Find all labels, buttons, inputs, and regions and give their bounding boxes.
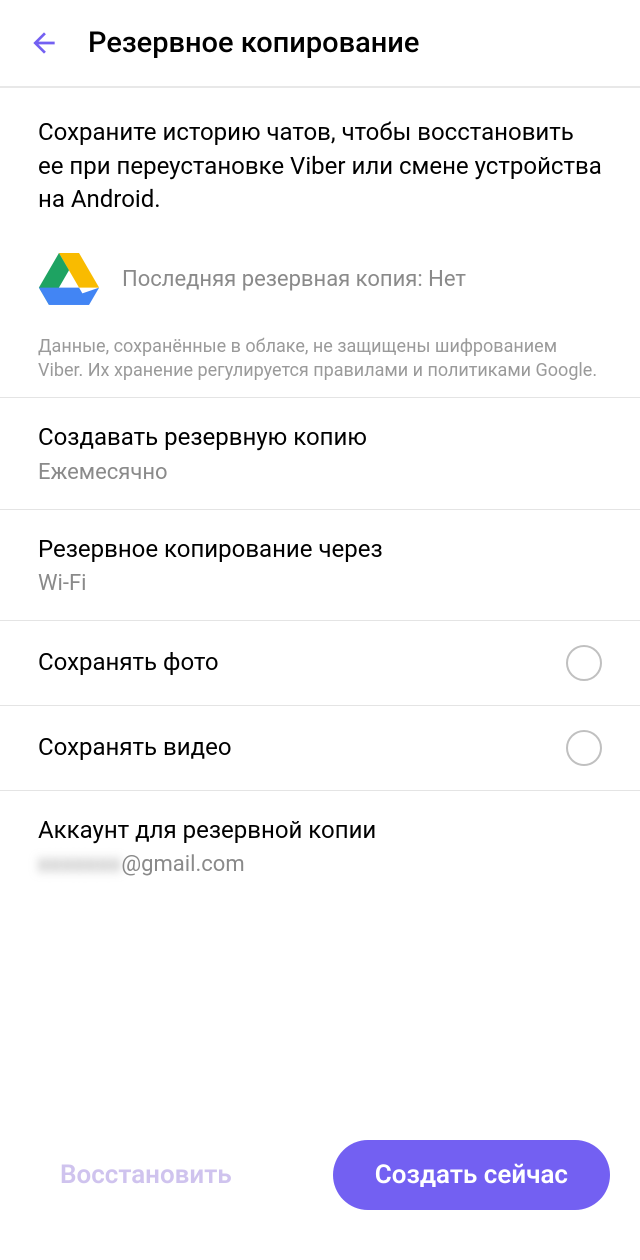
last-backup-row: Последняя резервная копия: Нет xyxy=(38,253,602,307)
email-domain-part: @gmail.com xyxy=(121,852,244,877)
page-title: Резервное копирование xyxy=(88,26,419,60)
row-text: Аккаунт для резервной копии xxxxxxx@gmai… xyxy=(38,815,602,877)
save-videos-title: Сохранять видео xyxy=(38,732,546,763)
backup-frequency-row[interactable]: Создавать резервную копию Ежемесячно xyxy=(38,398,602,508)
backup-account-title: Аккаунт для резервной копии xyxy=(38,815,602,846)
backup-over-row[interactable]: Резервное копирование через Wi-Fi xyxy=(38,510,602,620)
back-button[interactable] xyxy=(24,23,64,63)
save-photos-title: Сохранять фото xyxy=(38,647,546,678)
row-text: Сохранять видео xyxy=(38,732,546,763)
save-videos-row[interactable]: Сохранять видео xyxy=(38,706,602,790)
backup-account-row[interactable]: Аккаунт для резервной копии xxxxxxx@gmai… xyxy=(38,791,602,901)
intro-text: Сохраните историю чатов, чтобы восстанов… xyxy=(38,116,602,217)
encryption-disclaimer: Данные, сохранённые в облаке, не защищен… xyxy=(38,335,602,384)
backup-over-value: Wi-Fi xyxy=(38,571,602,596)
arrow-left-icon xyxy=(28,27,60,59)
backup-account-email: xxxxxxx@gmail.com xyxy=(38,852,602,877)
backup-over-title: Резервное копирование через xyxy=(38,534,602,565)
app-header: Резервное копирование xyxy=(0,0,640,88)
email-masked-part: xxxxxxx xyxy=(38,852,121,877)
save-videos-radio[interactable] xyxy=(566,730,602,766)
row-text: Сохранять фото xyxy=(38,647,546,678)
backup-now-button[interactable]: Создать сейчас xyxy=(333,1140,610,1210)
save-photos-row[interactable]: Сохранять фото xyxy=(38,621,602,705)
google-drive-icon xyxy=(38,253,100,307)
footer-bar: Восстановить Создать сейчас xyxy=(0,1130,640,1260)
backup-frequency-value: Ежемесячно xyxy=(38,460,602,485)
row-text: Создавать резервную копию Ежемесячно xyxy=(38,422,602,484)
last-backup-label: Последняя резервная копия: Нет xyxy=(122,267,466,292)
restore-button[interactable]: Восстановить xyxy=(50,1146,242,1204)
row-text: Резервное копирование через Wi-Fi xyxy=(38,534,602,596)
save-photos-radio[interactable] xyxy=(566,645,602,681)
backup-frequency-title: Создавать резервную копию xyxy=(38,422,602,453)
main-content: Сохраните историю чатов, чтобы восстанов… xyxy=(0,88,640,901)
